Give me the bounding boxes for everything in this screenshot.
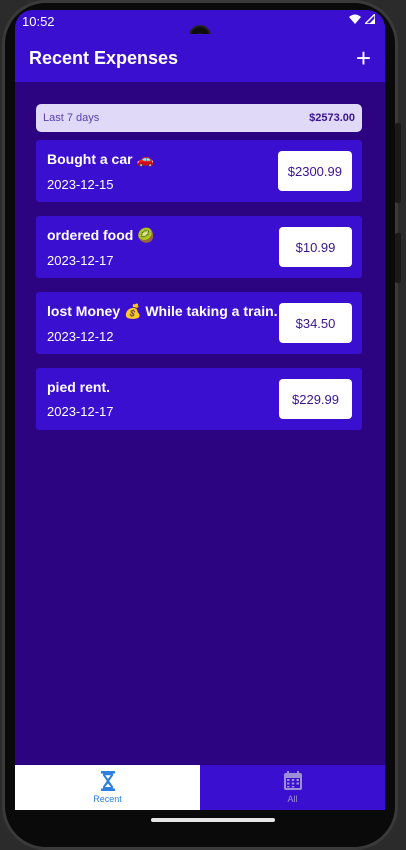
expense-info: pied rent. 2023-12-17: [47, 379, 114, 419]
power-button: [395, 233, 401, 283]
expense-item[interactable]: pied rent. 2023-12-17 $229.99: [36, 368, 362, 430]
expense-info: lost Money 💰 While taking a train. 2023-…: [47, 303, 278, 344]
expense-date: 2023-12-15: [47, 176, 114, 192]
app-bar: Recent Expenses +: [15, 34, 385, 82]
expense-description: lost Money 💰 While taking a train.: [47, 302, 278, 319]
status-icons: [349, 14, 375, 24]
expense-description: Bought a car 🚗: [47, 150, 154, 167]
add-expense-button[interactable]: +: [356, 45, 371, 71]
hourglass-icon: [100, 771, 115, 791]
signal-icon: [365, 14, 375, 24]
status-time: 10:52: [22, 14, 55, 29]
expense-amount: $229.99: [279, 379, 352, 419]
app-screen: 10:52 Recent Expenses + Last 7 days $257…: [15, 10, 385, 830]
expense-info: ordered food 🥝 2023-12-17: [47, 227, 155, 268]
tab-all-label: All: [287, 794, 298, 804]
summary-total: $2573.00: [309, 112, 355, 124]
volume-button: [395, 123, 401, 203]
expense-amount: $34.50: [279, 303, 352, 343]
home-gesture-bar[interactable]: [151, 818, 275, 822]
expense-item[interactable]: lost Money 💰 While taking a train. 2023-…: [36, 292, 362, 354]
wifi-icon: [349, 14, 361, 24]
bottom-nav: Recent All: [15, 765, 385, 810]
expense-item[interactable]: Bought a car 🚗 2023-12-15 $2300.99: [36, 140, 362, 202]
tab-all[interactable]: All: [200, 765, 385, 810]
gesture-area: [15, 810, 385, 830]
expense-date: 2023-12-12: [47, 328, 114, 344]
expenses-summary: Last 7 days $2573.00: [36, 104, 362, 132]
calendar-icon: [283, 771, 302, 790]
expense-date: 2023-12-17: [47, 252, 114, 268]
expense-date: 2023-12-17: [47, 404, 114, 419]
tab-recent[interactable]: Recent: [15, 765, 200, 810]
expense-description: pied rent.: [47, 379, 111, 395]
expenses-content: Last 7 days $2573.00 Bought a car 🚗 2023…: [36, 104, 362, 444]
tab-recent-label: Recent: [93, 794, 122, 804]
expense-info: Bought a car 🚗 2023-12-15: [47, 151, 154, 192]
expense-item[interactable]: ordered food 🥝 2023-12-17 $10.99: [36, 216, 362, 278]
summary-period: Last 7 days: [43, 112, 100, 124]
page-title: Recent Expenses: [29, 47, 179, 68]
expense-amount: $10.99: [279, 227, 352, 267]
expense-amount: $2300.99: [277, 151, 352, 191]
expense-description: ordered food 🥝: [47, 226, 155, 243]
